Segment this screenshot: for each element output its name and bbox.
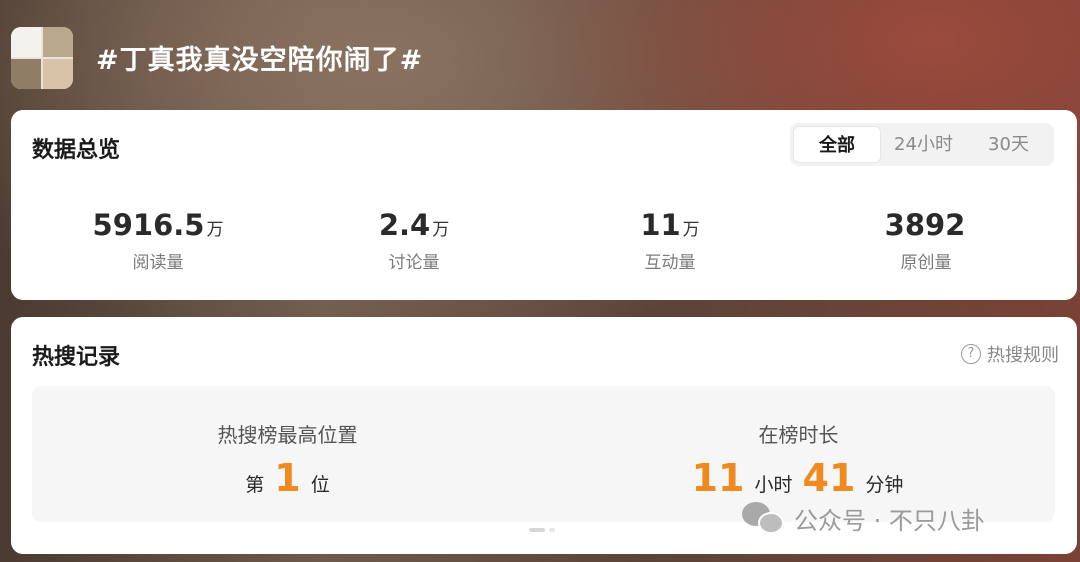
hot-search-rules-link[interactable]: ? 热搜规则 [961, 341, 1059, 367]
avatar-tile [43, 27, 73, 57]
duration-label: 在榜时长 [758, 423, 839, 447]
pager-dot-active [529, 528, 545, 532]
duration-hours-value: 11 [691, 456, 745, 500]
stats-row: 5916.5 万 阅读量 2.4 万 讨论量 11 万 互动量 3892 原创量 [11, 208, 1077, 278]
stat-value: 11 [640, 208, 681, 242]
stat-value: 3892 [884, 208, 966, 242]
stat-label: 原创量 [900, 253, 952, 273]
peak-suffix: 位 [310, 474, 330, 496]
avatar-tile [11, 27, 41, 57]
duration-minutes-value: 41 [802, 456, 856, 500]
stat-label: 互动量 [644, 253, 696, 273]
peak-position-value: 1 [274, 456, 301, 500]
time-range-segmented-control: 全部 24小时 30天 [790, 123, 1054, 166]
avatar-tile [43, 59, 73, 89]
watermark-text: 公众号 · 不只八卦 [794, 506, 985, 535]
peak-position-block: 热搜榜最高位置 第 1 位 [32, 386, 543, 522]
data-overview-card: 数据总览 全部 24小时 30天 5916.5 万 阅读量 2.4 万 讨论量 11… [11, 110, 1077, 300]
avatar-tile [11, 59, 41, 89]
overview-title: 数据总览 [32, 138, 121, 163]
duration-hours-unit: 小时 [754, 474, 793, 496]
tab-30d[interactable]: 30天 [966, 126, 1051, 163]
peak-position-label: 热搜榜最高位置 [217, 423, 358, 447]
topic-header: #丁真我真没空陪你闹了# [0, 0, 1080, 108]
stat-label: 讨论量 [388, 253, 440, 273]
tab-all[interactable]: 全部 [793, 126, 881, 163]
stat-unit: 万 [682, 220, 700, 240]
stat-interaction-count: 11 万 互动量 [540, 208, 800, 273]
hot-search-title: 热搜记录 [32, 345, 121, 370]
stat-unit: 万 [206, 220, 224, 240]
tab-24h[interactable]: 24小时 [881, 126, 966, 163]
stat-original-count: 3892 原创量 [796, 208, 1056, 273]
stat-unit: 万 [432, 220, 450, 240]
rules-label: 热搜规则 [987, 345, 1059, 366]
stat-label: 阅读量 [132, 253, 184, 273]
duration-minutes-unit: 分钟 [865, 474, 904, 496]
pager-indicator [529, 528, 555, 532]
help-circle-icon: ? [961, 344, 981, 364]
wechat-icon [742, 500, 786, 536]
peak-prefix: 第 [245, 474, 265, 496]
watermark: 公众号 · 不只八卦 [742, 500, 985, 536]
topic-avatar[interactable] [11, 27, 73, 89]
stat-value: 2.4 [378, 208, 431, 242]
stat-read-count: 5916.5 万 阅读量 [28, 208, 288, 273]
stat-discussion-count: 2.4 万 讨论量 [284, 208, 544, 273]
topic-title: #丁真我真没空陪你闹了# [96, 45, 424, 76]
stat-value: 5916.5 [92, 208, 205, 242]
pager-dot [549, 528, 555, 532]
